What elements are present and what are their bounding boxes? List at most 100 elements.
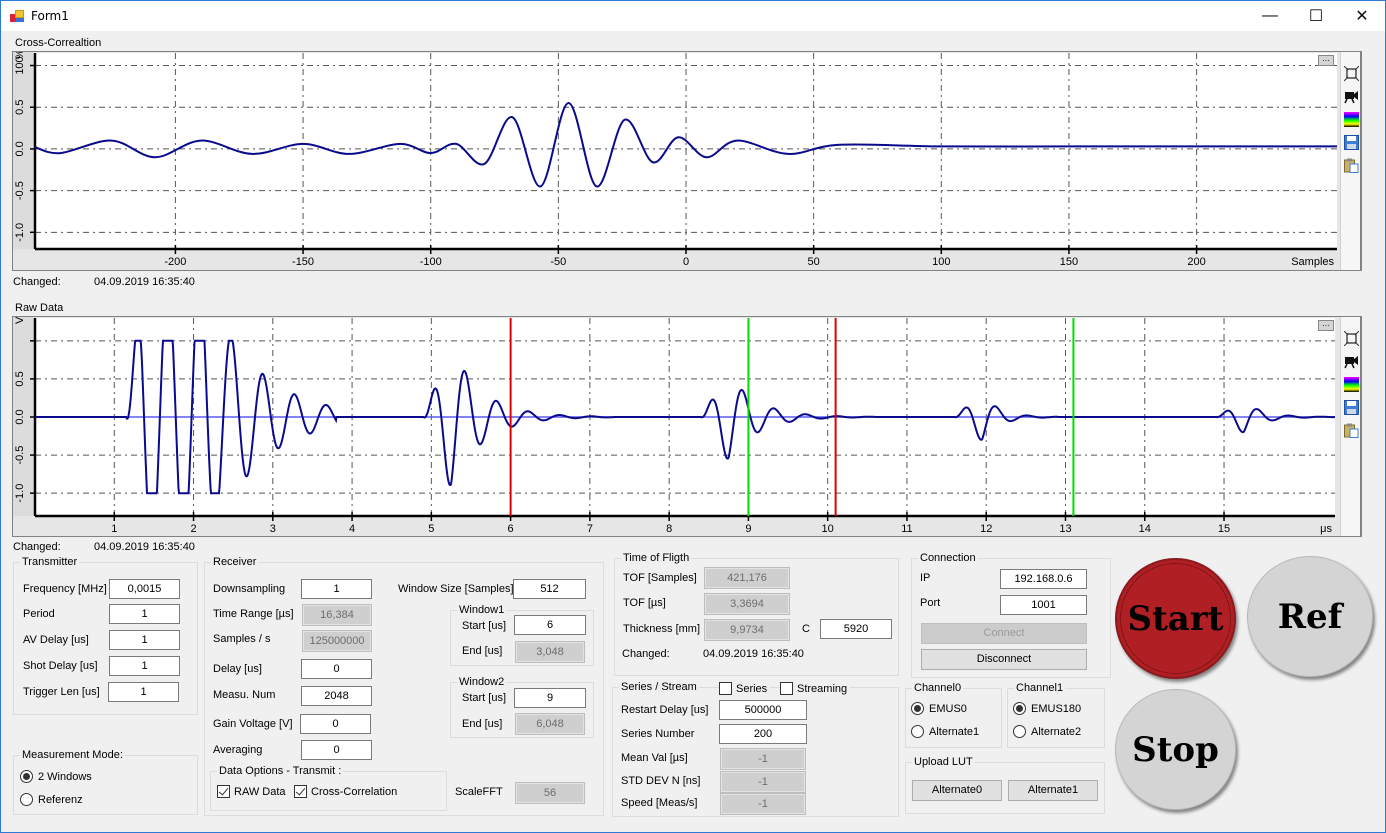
start-label: Start <box>1127 598 1224 639</box>
chart-options-button[interactable]: ... <box>1318 54 1334 66</box>
connection-title: Connection <box>920 552 976 564</box>
raw-data-checkbox[interactable]: RAW Data <box>217 785 286 798</box>
raw-data-plot: 0.50.0-0.5-1.01 2 3 4 5 6 7 8 9 10 11 12 13 14 15 μsV <box>13 317 1335 535</box>
std-dev-field: -1 <box>720 771 806 793</box>
x-tick-label: 50 <box>808 256 820 268</box>
ip-input[interactable]: 192.168.0.6 <box>1000 569 1087 589</box>
data-options-title: Data Options - Transmit : <box>219 765 342 777</box>
maximize-button[interactable]: ☐ <box>1293 1 1339 31</box>
fit-icon[interactable] <box>1343 330 1360 347</box>
trigger-len-input[interactable]: 1 <box>108 682 179 702</box>
upload-alternate1-button[interactable]: Alternate1 <box>1008 780 1098 801</box>
averaging-label: Averaging <box>213 744 263 756</box>
channel1-emus180-radio[interactable]: EMUS180 <box>1013 702 1081 715</box>
cross-correlation-checkbox[interactable]: Cross-Correlation <box>294 785 397 798</box>
disconnect-button[interactable]: Disconnect <box>921 649 1087 670</box>
y-tick-label: 0.5 <box>14 371 26 386</box>
samples-per-s-field: 125000000 <box>302 630 372 652</box>
clipboard-icon[interactable] <box>1344 158 1359 173</box>
window2-start-input[interactable]: 9 <box>514 688 586 708</box>
gain-voltage-input[interactable]: 0 <box>300 714 371 734</box>
measu-num-input[interactable]: 2048 <box>301 686 372 706</box>
clipboard-icon[interactable] <box>1344 423 1359 438</box>
raw-data-chart[interactable]: 0.5 0.0 -0.5 -1.0 1 2 3 4 5 6 7 8 9 10 11 12 13 14 15 μs V .… <box>12 316 1362 537</box>
shot-delay-input[interactable]: 1 <box>109 656 180 676</box>
window-size-input[interactable]: 512 <box>513 579 586 599</box>
mode-2-windows-radio[interactable]: 2 Windows <box>20 770 92 783</box>
channel0-group: Channel0 <box>905 682 1002 748</box>
delay-input[interactable]: 0 <box>301 659 372 679</box>
channel0-emus0-radio[interactable]: EMUS0 <box>911 702 967 715</box>
tof-us-label: TOF [µs] <box>623 597 666 609</box>
x-tick-label: 1 <box>111 523 117 535</box>
radio-selected-icon <box>1013 702 1026 715</box>
checkbox-checked-icon <box>217 785 230 798</box>
y-tick-label: 0.0 <box>14 141 26 156</box>
channel1-alternate2-radio[interactable]: Alternate2 <box>1013 725 1081 738</box>
tof-samples-label: TOF [Samples] <box>623 572 697 584</box>
fit-icon[interactable] <box>1343 65 1360 82</box>
channel1-emus180-label: EMUS180 <box>1031 702 1082 715</box>
downsampling-input[interactable]: 1 <box>301 579 372 599</box>
series-checkbox[interactable]: Series <box>719 682 771 695</box>
x-tick-label: 11 <box>901 523 912 535</box>
frequency-input[interactable]: 0,0015 <box>109 579 180 599</box>
x-tick-label: 100 <box>932 256 950 268</box>
radio-unselected-icon <box>1013 725 1026 738</box>
connect-button[interactable]: Connect <box>921 623 1087 644</box>
mode-referenz-radio[interactable]: Referenz <box>20 793 83 806</box>
window1-start-label: Start [us] <box>462 620 507 632</box>
scale-fft-label: ScaleFFT <box>455 786 503 798</box>
window-title: Form1 <box>31 9 69 23</box>
window-size-label: Window Size [Samples] <box>398 583 514 595</box>
series-number-input[interactable]: 200 <box>719 724 807 744</box>
c-input[interactable]: 5920 <box>820 619 892 639</box>
camera-icon[interactable] <box>1344 354 1359 369</box>
x-tick-label: 12 <box>980 523 992 535</box>
upload-alternate0-button[interactable]: Alternate0 <box>912 780 1002 801</box>
y-tick-label: -1.0 <box>14 484 26 503</box>
window1-end-label: End [us] <box>462 645 503 657</box>
window1-start-input[interactable]: 6 <box>514 615 586 635</box>
ip-label: IP <box>920 572 931 584</box>
streaming-checkbox[interactable]: Streaming <box>780 682 851 695</box>
cross-correlation-chart[interactable]: 100 0.5 0.0 -0.5 -1.0 -200 -150 -100 -50 0 50 100 15… <box>12 51 1362 271</box>
chart-toolstrip <box>1340 317 1361 536</box>
channel0-alternate1-radio[interactable]: Alternate1 <box>911 725 979 738</box>
start-button[interactable]: Start <box>1115 558 1236 679</box>
mean-val-label: Mean Val [µs] <box>621 752 688 764</box>
palette-icon[interactable] <box>1344 112 1359 127</box>
x-tick-label: 5 <box>428 523 434 535</box>
averaging-input[interactable]: 0 <box>301 740 372 760</box>
restart-delay-input[interactable]: 500000 <box>719 700 807 720</box>
save-icon[interactable] <box>1344 135 1359 150</box>
shot-delay-label: Shot Delay [us] <box>23 660 98 672</box>
radio-selected-icon <box>20 770 33 783</box>
x-tick-label: 200 <box>1187 256 1205 268</box>
window1-end-field: 3,048 <box>515 641 585 663</box>
period-input[interactable]: 1 <box>109 604 180 624</box>
y-axis-unit-label: % <box>14 52 26 59</box>
tof-us-field: 3,3694 <box>704 593 790 615</box>
stop-button[interactable]: Stop <box>1115 689 1236 810</box>
av-delay-label: AV Delay [us] <box>23 634 89 646</box>
x-tick-label: 9 <box>745 523 751 535</box>
chart-options-button[interactable]: ... <box>1318 319 1334 331</box>
app-icon <box>10 10 24 22</box>
palette-icon[interactable] <box>1344 377 1359 392</box>
port-input[interactable]: 1001 <box>1000 595 1087 615</box>
mean-val-field: -1 <box>720 748 806 770</box>
series-stream-title: Series / Stream <box>621 681 697 693</box>
y-tick-label: -0.5 <box>14 181 26 200</box>
ref-button[interactable]: Ref <box>1247 556 1373 677</box>
camera-icon[interactable] <box>1344 89 1359 104</box>
thickness-label: Thickness [mm] <box>623 623 701 635</box>
x-tick-label: -150 <box>292 256 314 268</box>
save-icon[interactable] <box>1344 400 1359 415</box>
time-range-label: Time Range [µs] <box>213 608 294 620</box>
x-tick-label: 3 <box>270 523 276 535</box>
time-of-flight-title: Time of Fligth <box>623 552 690 564</box>
av-delay-input[interactable]: 1 <box>109 630 180 650</box>
close-button[interactable]: ✕ <box>1339 1 1385 31</box>
minimize-button[interactable]: — <box>1247 1 1293 31</box>
